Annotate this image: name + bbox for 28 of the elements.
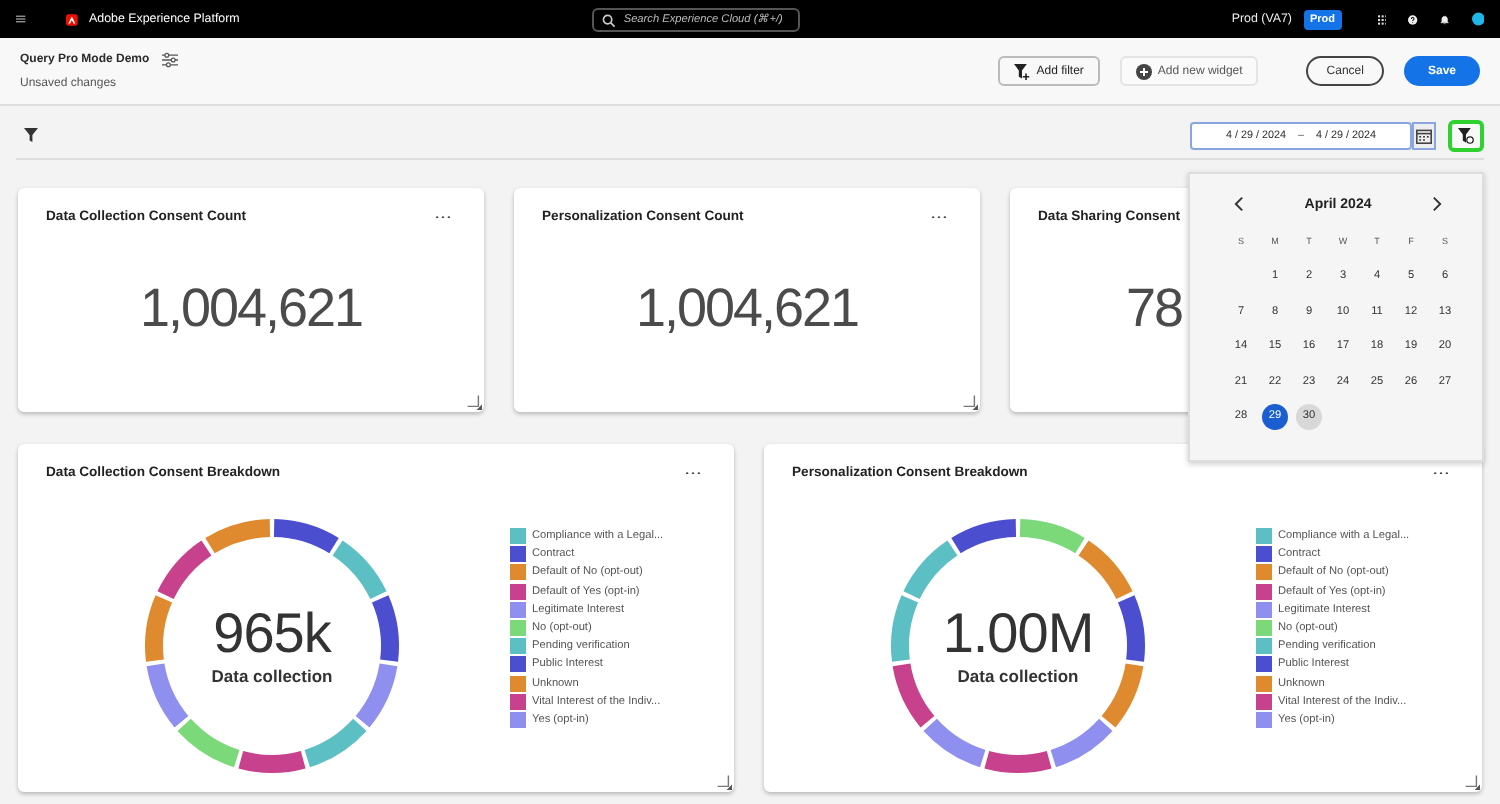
count-value: 1,004,621 (635, 277, 859, 339)
calendar-button[interactable] (1412, 121, 1436, 149)
resize-handle-icon[interactable] (464, 392, 482, 410)
donut-caption: Data collection (211, 666, 333, 686)
filter-clock-icon (1458, 127, 1474, 143)
resize-handle-icon[interactable] (714, 772, 732, 790)
donut-caption: Data collection (957, 666, 1079, 686)
count-value: 78 (1126, 277, 1183, 339)
donut-total: 1.00M (942, 606, 1094, 662)
menu-icon[interactable] (16, 12, 26, 26)
previous-month-icon[interactable] (1234, 196, 1244, 212)
logo-icon (65, 9, 78, 29)
filter-toggle-button[interactable] (1448, 119, 1484, 151)
apps-grid-icon[interactable] (1377, 11, 1387, 27)
help-icon[interactable] (1408, 11, 1418, 27)
next-month-icon[interactable] (1432, 196, 1442, 212)
search-icon (601, 13, 616, 27)
count-value: 1,004,621 (139, 277, 363, 339)
settings-icon[interactable] (161, 52, 178, 68)
add-icon (1135, 63, 1152, 79)
avatar-icon[interactable] (1471, 8, 1484, 30)
resize-handle-icon[interactable] (960, 392, 978, 410)
filter-icon[interactable] (24, 128, 38, 142)
calendar-icon (1416, 127, 1432, 143)
donut-total: 965k (213, 606, 331, 662)
filter-plus-icon (1014, 63, 1031, 79)
resize-handle-icon[interactable] (1462, 772, 1480, 790)
bell-icon[interactable] (1439, 11, 1450, 27)
